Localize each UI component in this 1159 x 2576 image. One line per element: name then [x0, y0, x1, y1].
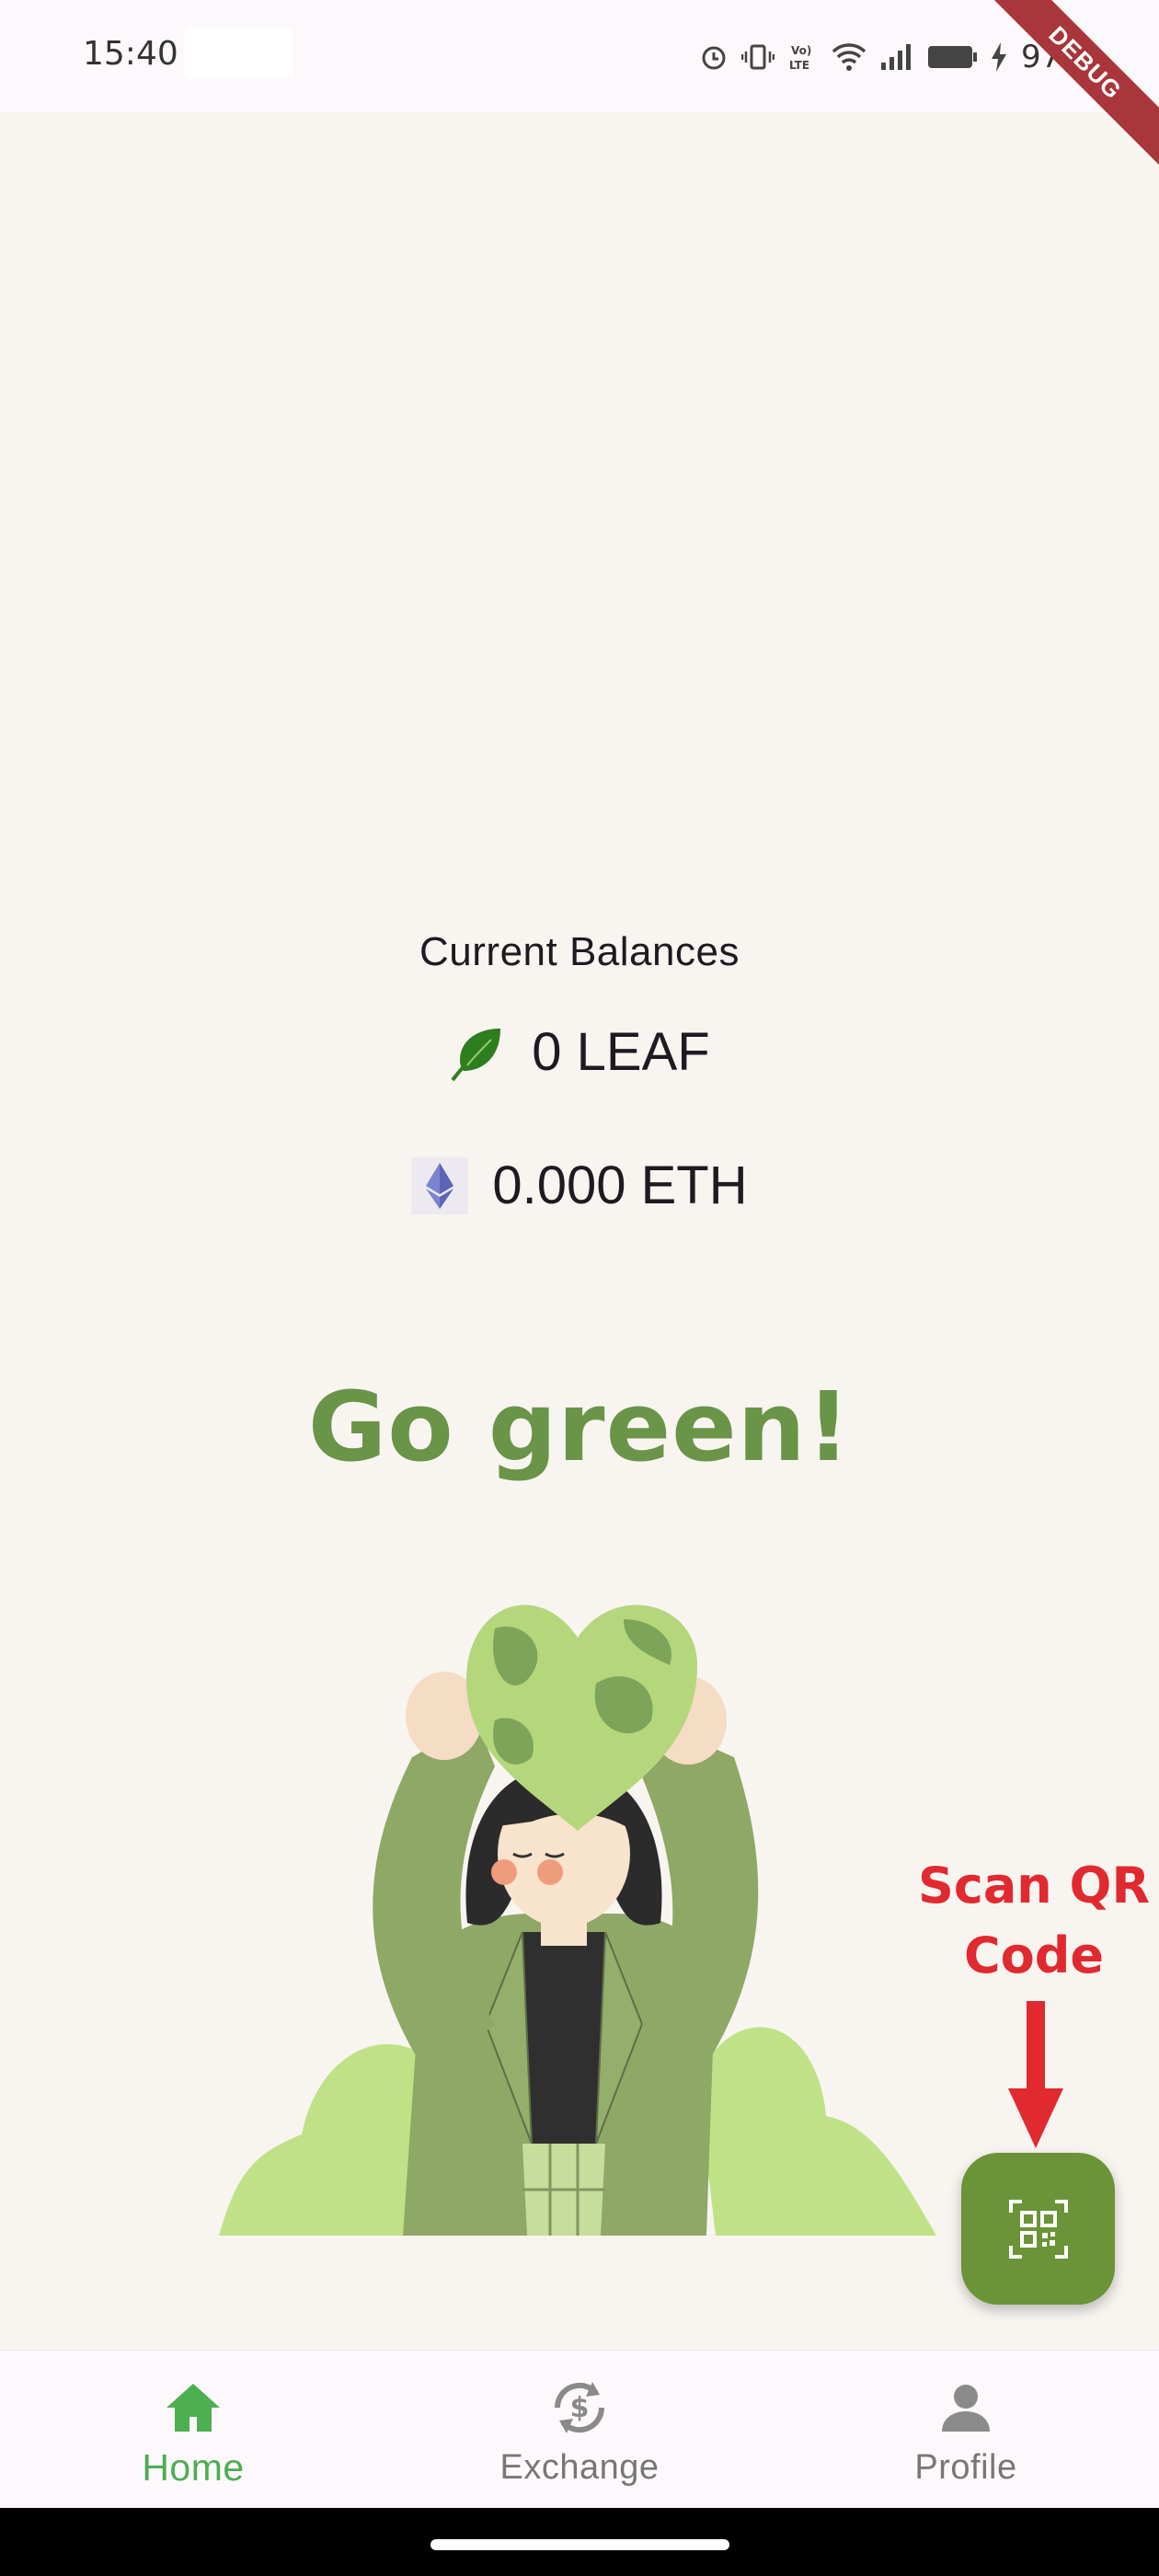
woman-holding-earth-heart-illustration — [219, 1604, 936, 2236]
svg-text:LTE: LTE — [789, 59, 809, 72]
signal-icon — [881, 44, 911, 70]
profile-icon — [942, 2385, 990, 2432]
wifi-icon — [832, 43, 866, 71]
nav-profile-label: Profile — [914, 2448, 1017, 2487]
leaf-balance-value: 0 LEAF — [532, 1022, 710, 1082]
qr-scan-icon — [1008, 2199, 1068, 2259]
home-gesture-handle[interactable] — [430, 2539, 729, 2550]
scan-qr-annotation: Scan QR Code — [911, 1851, 1157, 1991]
eth-balance-row: 0.000 ETH — [0, 1155, 1159, 1216]
status-placeholder — [184, 28, 293, 79]
home-icon — [166, 2384, 220, 2432]
leaf-balance-row: 0 LEAF — [0, 1021, 1159, 1083]
charging-icon — [992, 42, 1006, 72]
scan-qr-button[interactable] — [961, 2153, 1115, 2305]
balances-title: Current Balances — [419, 929, 740, 974]
status-time: 15:40 — [83, 35, 178, 73]
balances-section: Current Balances 0 LEAF 0.000 ETH — [0, 929, 1159, 1215]
scan-label-line1: Scan QR — [917, 1857, 1151, 1915]
nav-exchange[interactable]: $ Exchange — [386, 2351, 773, 2509]
go-green-headline: Go green! — [307, 1371, 852, 1483]
nav-exchange-label: Exchange — [499, 2448, 660, 2487]
scan-label-line2: Code — [963, 1926, 1104, 1984]
svg-text:$: $ — [570, 2392, 590, 2424]
vibrate-icon — [741, 44, 775, 70]
exchange-icon: $ — [554, 2382, 605, 2433]
status-bar: 15:40 Vo)LTE 97% DEBUG — [0, 0, 1159, 175]
status-icons: Vo)LTE 97% — [699, 37, 1091, 77]
nav-profile[interactable]: Profile — [773, 2351, 1159, 2509]
ethereum-icon — [411, 1156, 469, 1214]
alarm-icon — [702, 46, 726, 70]
svg-text:Vo): Vo) — [791, 44, 811, 57]
nav-home-label: Home — [142, 2446, 245, 2489]
nav-home[interactable]: Home — [0, 2351, 386, 2509]
debug-banner: DEBUG — [973, 0, 1159, 175]
bottom-navigation: Home $ Exchange Profile — [0, 2350, 1159, 2509]
leaf-icon — [451, 1028, 501, 1081]
volte-icon: Vo) LTE — [789, 44, 811, 72]
eth-balance-value: 0.000 ETH — [492, 1156, 748, 1215]
down-arrow-icon — [1008, 2001, 1063, 2148]
battery-icon — [928, 46, 977, 68]
